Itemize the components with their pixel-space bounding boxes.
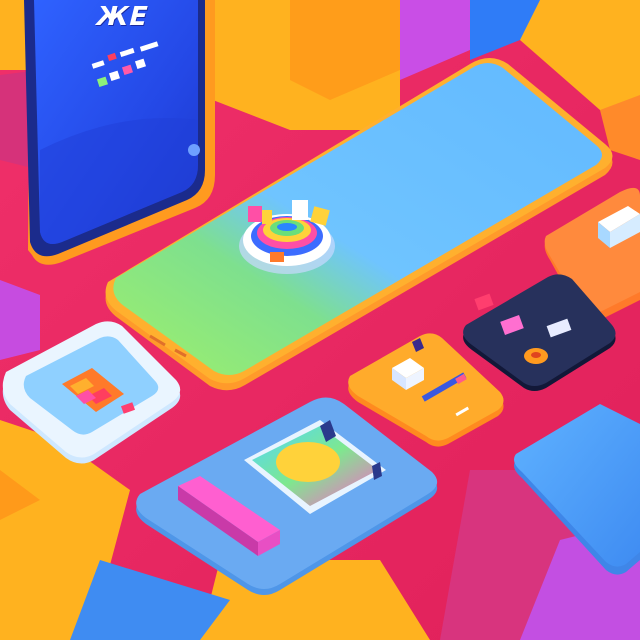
isometric-devices-illustration (0, 0, 640, 640)
illustration-scene: ЖE (0, 0, 640, 640)
phone-screen-text: ЖE (92, 2, 152, 32)
home-button-icon (188, 144, 200, 156)
